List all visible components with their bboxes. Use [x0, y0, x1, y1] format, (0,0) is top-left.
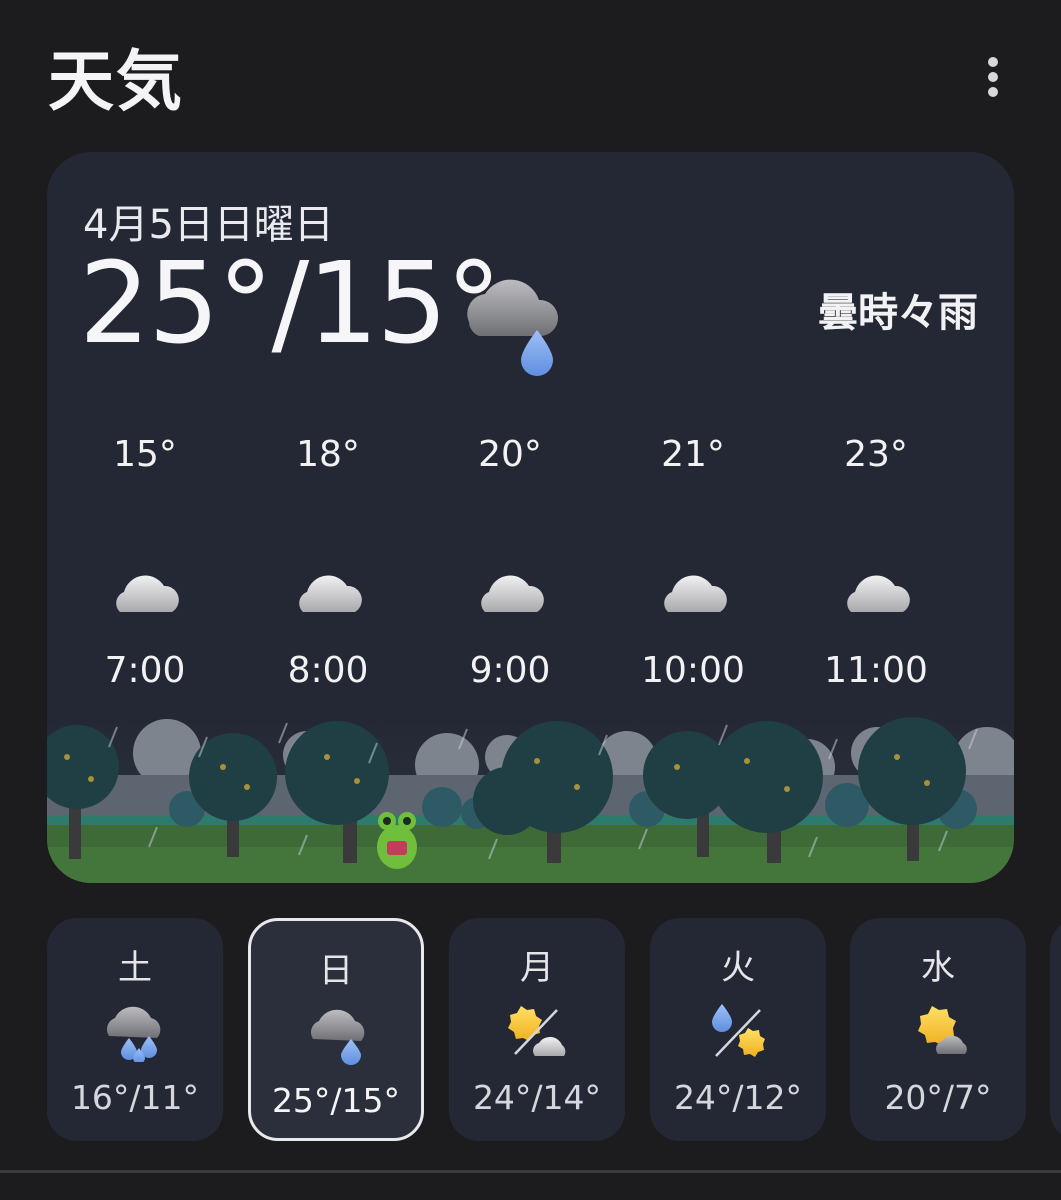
cloud-heavy-rain-icon [103, 1002, 167, 1066]
cloud-icon [475, 568, 547, 622]
day-card[interactable]: 土 16°/11° [47, 918, 223, 1141]
page-title: 天気 [48, 43, 184, 120]
hour-item: 20° 9:00 [440, 432, 580, 702]
day-card-partial[interactable] [1050, 918, 1061, 1141]
day-range: 16°/11° [70, 1078, 200, 1117]
cloud-icon [658, 568, 730, 622]
today-weather-card[interactable]: 4月5日日曜日 25°/15° 曇時々雨 15° 7:00 18° 8:00 2… [47, 152, 1014, 883]
hour-temp: 21° [661, 434, 725, 475]
hour-time: 11:00 [824, 650, 928, 691]
day-card[interactable]: 月 24°/14° [449, 918, 625, 1141]
day-name: 土 [118, 948, 152, 988]
today-high-low: 25°/15° [79, 239, 502, 369]
day-range: 25°/15° [271, 1081, 401, 1120]
hour-item: 15° 7:00 [75, 432, 215, 702]
more-options-button[interactable] [968, 52, 1018, 102]
rainy-forest-illustration [47, 717, 1014, 883]
day-card-selected[interactable]: 日 25°/15° [248, 918, 424, 1141]
day-card[interactable]: 火 24°/12° [650, 918, 826, 1141]
rain-then-sun-icon [706, 1002, 770, 1066]
day-card[interactable]: 水 20°/7° [850, 918, 1026, 1141]
hour-time: 8:00 [287, 650, 369, 691]
cloud-icon [110, 568, 182, 622]
hour-temp: 15° [113, 434, 177, 475]
day-range: 20°/7° [884, 1078, 992, 1117]
day-name: 水 [921, 948, 955, 988]
day-range: 24°/14° [472, 1078, 602, 1117]
more-vert-icon [988, 57, 998, 97]
today-condition: 曇時々雨 [818, 290, 978, 336]
hour-temp: 18° [296, 434, 360, 475]
hour-item: 18° 8:00 [258, 432, 398, 702]
sun-then-cloud-icon [505, 1002, 569, 1066]
hour-item: 23° 11:00 [806, 432, 946, 702]
daily-forecast[interactable]: 土 16°/11° 日 25°/15° 月 24°/14° 火 24°/12° … [47, 918, 1061, 1143]
cloud-icon [841, 568, 913, 622]
day-name: 日 [319, 951, 353, 991]
hour-item: 21° 10:00 [623, 432, 763, 702]
cloud-icon [293, 568, 365, 622]
day-name: 月 [520, 948, 554, 988]
divider [0, 1170, 1061, 1173]
sun-cloud-icon [906, 1002, 970, 1066]
cloud-rain-icon [455, 266, 565, 380]
hour-temp: 20° [478, 434, 542, 475]
hour-time: 10:00 [641, 650, 745, 691]
hour-time: 9:00 [469, 650, 551, 691]
day-name: 火 [721, 948, 755, 988]
hour-temp: 23° [844, 434, 908, 475]
hourly-forecast[interactable]: 15° 7:00 18° 8:00 20° 9:00 21° 10:00 23°… [47, 432, 1014, 702]
cloud-rain-icon [307, 1005, 371, 1069]
hour-time: 7:00 [104, 650, 186, 691]
day-range: 24°/12° [673, 1078, 803, 1117]
